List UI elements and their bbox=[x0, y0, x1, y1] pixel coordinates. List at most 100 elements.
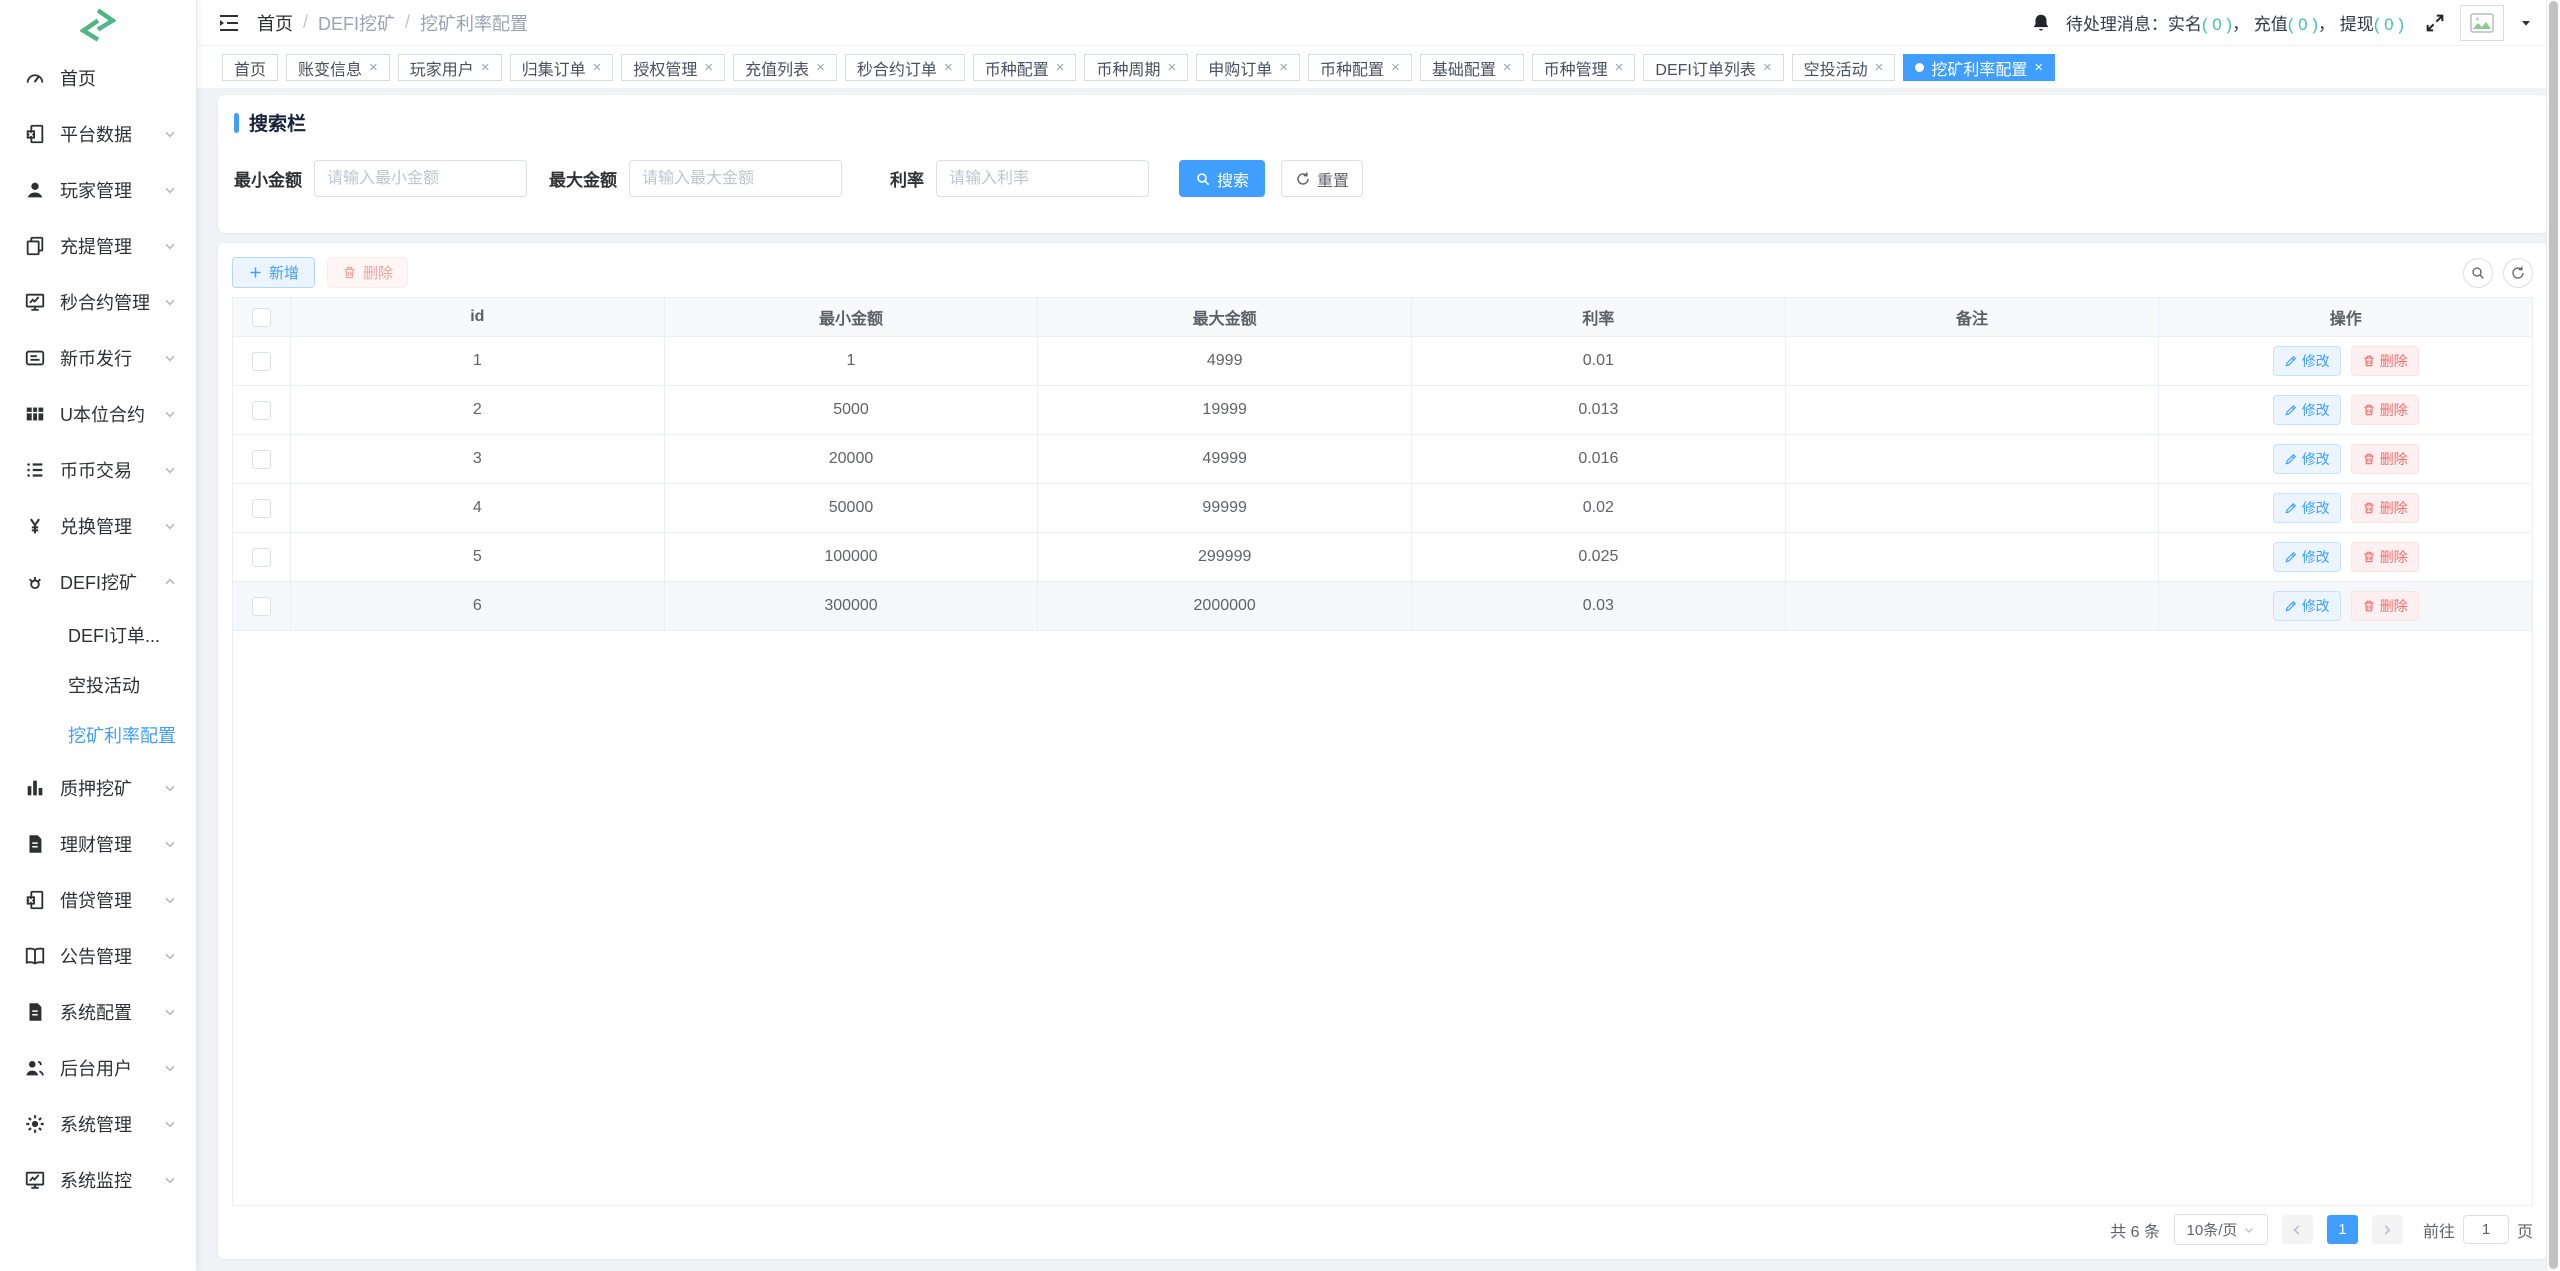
select-all-checkbox[interactable] bbox=[252, 307, 271, 327]
sidebar-item-1[interactable]: 平台数据 bbox=[0, 106, 196, 162]
sidebar-item-8[interactable]: 兑换管理 bbox=[0, 498, 196, 554]
add-button[interactable]: 新增 bbox=[232, 257, 316, 288]
tab-close-icon[interactable]: × bbox=[1875, 60, 1884, 75]
sidebar-subitem-9-2[interactable]: 挖矿利率配置 bbox=[0, 710, 196, 760]
newcoin-icon bbox=[24, 347, 46, 369]
avatar[interactable] bbox=[2460, 4, 2504, 41]
current-page-button[interactable]: 1 bbox=[2326, 1215, 2358, 1244]
refresh-table-icon[interactable] bbox=[2503, 257, 2533, 288]
sidebar-item-12[interactable]: 借贷管理 bbox=[0, 872, 196, 928]
tab-close-icon[interactable]: × bbox=[481, 60, 490, 75]
tab-7[interactable]: 币种配置 × bbox=[972, 54, 1077, 81]
edit-button[interactable]: 修改 bbox=[2272, 591, 2341, 621]
delete-button[interactable]: 删除 bbox=[2350, 346, 2419, 376]
next-page-button[interactable] bbox=[2371, 1215, 2403, 1244]
tab-10[interactable]: 币种配置 × bbox=[1308, 54, 1412, 81]
sidebar-item-16[interactable]: 系统管理 bbox=[0, 1096, 196, 1152]
tab-2[interactable]: 玩家用户 × bbox=[397, 54, 502, 81]
page-size-select[interactable]: 10条/页 bbox=[2173, 1214, 2268, 1245]
tab-1[interactable]: 账变信息 × bbox=[286, 54, 390, 81]
breadcrumb-item-0[interactable]: 首页 bbox=[257, 10, 293, 36]
sidebar-item-3[interactable]: 充提管理 bbox=[0, 218, 196, 274]
toggle-search-icon[interactable] bbox=[2463, 257, 2493, 288]
tab-close-icon[interactable]: × bbox=[2034, 60, 2043, 75]
row-checkbox[interactable] bbox=[252, 400, 271, 420]
delete-button[interactable]: 删除 bbox=[2350, 591, 2419, 621]
tab-close-icon[interactable]: × bbox=[816, 60, 825, 75]
delete-button[interactable]: 删除 bbox=[2350, 444, 2419, 474]
delete-button[interactable]: 删除 bbox=[2350, 493, 2419, 523]
tab-close-icon[interactable]: × bbox=[1503, 60, 1512, 75]
row-checkbox[interactable] bbox=[252, 596, 271, 616]
window-scrollbar[interactable] bbox=[2546, 0, 2560, 1271]
tab-close-icon[interactable]: × bbox=[944, 60, 953, 75]
tab-close-icon[interactable]: × bbox=[1279, 60, 1288, 75]
tab-15[interactable]: 挖矿利率配置 × bbox=[1903, 54, 2056, 81]
tab-close-icon[interactable]: × bbox=[593, 60, 602, 75]
delete-button[interactable]: 删除 bbox=[2350, 395, 2419, 425]
tab-close-icon[interactable]: × bbox=[1615, 60, 1624, 75]
tab-close-icon[interactable]: × bbox=[1056, 60, 1065, 75]
tab-8[interactable]: 币种周期 × bbox=[1084, 54, 1189, 81]
sidebar-item-4[interactable]: 秒合约管理 bbox=[0, 274, 196, 330]
tab-11[interactable]: 基础配置 × bbox=[1419, 54, 1524, 81]
tab-close-icon[interactable]: × bbox=[369, 60, 378, 75]
tab-14[interactable]: 空投活动 × bbox=[1791, 54, 1896, 81]
tab-4[interactable]: 授权管理 × bbox=[621, 54, 726, 81]
sidebar-item-0[interactable]: 首页 bbox=[0, 50, 196, 106]
tab-close-icon[interactable]: × bbox=[704, 60, 713, 75]
column-header-3: 利率 bbox=[1412, 298, 1786, 337]
edit-button[interactable]: 修改 bbox=[2272, 542, 2341, 572]
breadcrumb-item-1[interactable]: DEFI挖矿 bbox=[318, 10, 395, 36]
bulk-delete-button[interactable]: 删除 bbox=[327, 257, 409, 288]
goto-page-input[interactable] bbox=[2462, 1215, 2509, 1244]
tab-label: 玩家用户 bbox=[409, 61, 474, 79]
sidebar-subitem-9-1[interactable]: 空投活动 bbox=[0, 660, 196, 710]
row-checkbox[interactable] bbox=[252, 351, 271, 371]
row-actions: 修改 删除 bbox=[2159, 533, 2532, 582]
tab-close-icon[interactable]: × bbox=[1391, 60, 1400, 75]
delete-button[interactable]: 删除 bbox=[2350, 542, 2419, 572]
scrollbar-thumb[interactable] bbox=[2549, 1, 2558, 1269]
min-amount-input[interactable] bbox=[314, 160, 527, 197]
edit-button[interactable]: 修改 bbox=[2272, 493, 2341, 523]
sidebar-subitem-9-0[interactable]: DEFI订单... bbox=[0, 610, 196, 660]
max-amount-input[interactable] bbox=[629, 160, 842, 197]
sidebar-item-2[interactable]: 玩家管理 bbox=[0, 162, 196, 218]
bell-icon[interactable] bbox=[2030, 12, 2052, 34]
tab-close-icon[interactable]: × bbox=[1763, 60, 1772, 75]
sidebar-item-label: U本位合约 bbox=[60, 405, 145, 425]
tab-9[interactable]: 申购订单 × bbox=[1196, 54, 1301, 81]
sidebar-item-11[interactable]: 理财管理 bbox=[0, 816, 196, 872]
tab-13[interactable]: DEFI订单列表 × bbox=[1643, 54, 1784, 81]
sidebar-item-5[interactable]: 新币发行 bbox=[0, 330, 196, 386]
row-checkbox[interactable] bbox=[252, 449, 271, 469]
breadcrumb-separator: / bbox=[303, 12, 309, 32]
tab-close-icon[interactable]: × bbox=[1168, 60, 1177, 75]
sidebar-item-10[interactable]: 质押挖矿 bbox=[0, 760, 196, 816]
tab-3[interactable]: 归集订单 × bbox=[509, 54, 614, 81]
sidebar-item-13[interactable]: 公告管理 bbox=[0, 928, 196, 984]
tab-5[interactable]: 充值列表 × bbox=[733, 54, 837, 81]
tab-12[interactable]: 币种管理 × bbox=[1531, 54, 1636, 81]
tab-6[interactable]: 秒合约订单 × bbox=[844, 54, 965, 81]
row-checkbox[interactable] bbox=[252, 498, 271, 518]
edit-button[interactable]: 修改 bbox=[2272, 395, 2341, 425]
sidebar-item-9[interactable]: DEFI挖矿 bbox=[0, 554, 196, 610]
reset-button[interactable]: 重置 bbox=[1281, 160, 1364, 197]
edit-button[interactable]: 修改 bbox=[2272, 444, 2341, 474]
user-menu-caret-icon[interactable] bbox=[2518, 15, 2534, 31]
edit-button[interactable]: 修改 bbox=[2272, 346, 2341, 376]
sidebar-item-7[interactable]: 币币交易 bbox=[0, 442, 196, 498]
sidebar-item-17[interactable]: 系统监控 bbox=[0, 1152, 196, 1208]
fullscreen-icon[interactable] bbox=[2424, 12, 2446, 34]
sidebar-item-6[interactable]: U本位合约 bbox=[0, 386, 196, 442]
search-button[interactable]: 搜索 bbox=[1179, 160, 1266, 197]
prev-page-button[interactable] bbox=[2281, 1215, 2313, 1244]
rate-input[interactable] bbox=[936, 160, 1149, 197]
sidebar-collapse-icon[interactable] bbox=[217, 11, 241, 35]
row-checkbox[interactable] bbox=[252, 547, 271, 567]
tab-0[interactable]: 首页 bbox=[222, 54, 279, 81]
sidebar-item-14[interactable]: 系统配置 bbox=[0, 984, 196, 1040]
sidebar-item-15[interactable]: 后台用户 bbox=[0, 1040, 196, 1096]
